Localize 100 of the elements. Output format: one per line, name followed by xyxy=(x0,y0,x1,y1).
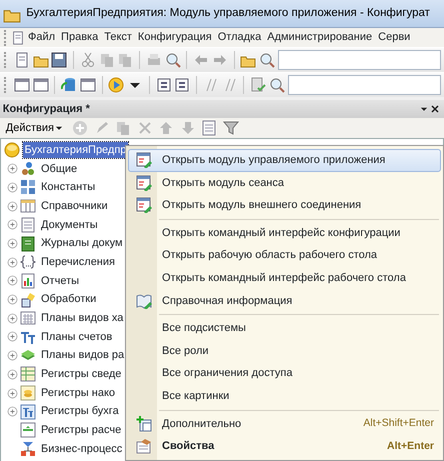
menu-item[interactable]: Текст xyxy=(101,29,135,46)
menu-item[interactable]: Все картинки xyxy=(128,384,441,408)
actions-button[interactable]: Действия xyxy=(2,120,67,136)
print-icon[interactable] xyxy=(146,52,162,68)
tree-item[interactable]: Регистры сведе xyxy=(39,366,124,383)
menu-item[interactable]: Справочная информация xyxy=(128,290,441,312)
document-icon[interactable] xyxy=(11,30,25,44)
tree-item[interactable]: БухгалтерияПредпр xyxy=(22,142,128,158)
expand-icon[interactable] xyxy=(6,256,18,268)
window-title: БухгалтерияПредприятия: Модуль управляемого приложения - Конфигурат xyxy=(26,6,430,21)
move-up-icon[interactable] xyxy=(158,120,174,136)
menu-item[interactable]: Администрирование xyxy=(264,29,376,46)
expand-icon[interactable] xyxy=(6,331,18,342)
menu-item[interactable]: Файл xyxy=(25,29,58,46)
menu-item[interactable]: Открыть рабочую область рабочего стола xyxy=(128,244,441,267)
window-icon[interactable] xyxy=(14,77,30,93)
module-icon xyxy=(136,152,152,168)
flow-icon xyxy=(20,441,36,458)
copy-icon[interactable] xyxy=(98,52,114,68)
move-down-icon[interactable] xyxy=(180,120,196,136)
database-icon[interactable] xyxy=(61,77,77,93)
expand-icon[interactable] xyxy=(6,350,18,362)
expand-icon[interactable] xyxy=(6,388,18,399)
properties-icon xyxy=(136,438,152,454)
expand-icon[interactable] xyxy=(6,238,18,250)
menu-item[interactable]: Все подсистемы xyxy=(128,317,441,340)
menu-item[interactable]: Все роли xyxy=(128,340,441,362)
module-icon xyxy=(136,197,152,214)
tree-item[interactable]: Константы xyxy=(39,179,98,196)
save-icon[interactable] xyxy=(51,52,68,68)
menu-item[interactable]: Серви xyxy=(375,29,414,46)
register-icon xyxy=(20,366,36,382)
grid-icon xyxy=(20,179,36,196)
expand-icon[interactable] xyxy=(6,200,18,212)
menu-item[interactable]: Правка xyxy=(58,29,102,46)
menu-item[interactable]: Открыть модуль управляемого приложения xyxy=(128,149,441,172)
configuration-icon xyxy=(4,142,20,158)
tree-item[interactable]: Планы видов ха xyxy=(39,310,126,327)
menu-item[interactable]: Свойства Alt+Enter xyxy=(128,435,441,458)
menu-item[interactable]: Дополнительно Alt+Shift+Enter xyxy=(128,412,441,436)
menu-item[interactable]: Открыть командный интерфейс рабочего стола xyxy=(128,266,441,290)
expand-icon[interactable] xyxy=(6,406,18,418)
expand-icon[interactable] xyxy=(6,219,18,230)
shortcut-text: Alt+Enter xyxy=(387,438,435,454)
tree-item[interactable]: Журналы докум xyxy=(39,235,125,252)
text-block-icon[interactable] xyxy=(174,77,190,93)
menu-item[interactable]: Все ограничения доступа xyxy=(128,362,441,385)
search-field[interactable] xyxy=(278,50,442,70)
expand-icon[interactable] xyxy=(6,182,18,193)
form-icon[interactable] xyxy=(80,77,96,93)
tree-item[interactable]: Отчеты xyxy=(39,272,82,290)
menu-item[interactable]: Открыть модуль внешнего соединения xyxy=(128,194,441,217)
close-icon[interactable] xyxy=(429,102,442,115)
panel-title: Конфигурация * xyxy=(2,102,91,116)
processing-icon xyxy=(20,292,36,308)
expand-icon[interactable] xyxy=(6,275,18,286)
search-icon[interactable] xyxy=(259,52,275,68)
tree-item[interactable]: Бизнес-процесс xyxy=(39,440,124,458)
register-icon xyxy=(20,422,36,438)
syntax-check-icon[interactable] xyxy=(250,77,266,93)
tree-item[interactable]: Перечисления xyxy=(39,254,117,270)
module-icon xyxy=(136,174,152,191)
table-icon xyxy=(20,310,36,326)
expand-icon[interactable] xyxy=(6,163,18,174)
tree-item[interactable]: Регистры нако xyxy=(39,384,117,402)
redo-icon[interactable] xyxy=(212,52,228,68)
menu-item[interactable]: Открыть командный интерфейс конфигурации xyxy=(128,222,441,244)
book-icon xyxy=(136,292,152,309)
preview-icon[interactable] xyxy=(164,52,180,68)
text-field[interactable] xyxy=(288,75,442,95)
table-icon xyxy=(20,198,36,214)
add-window-icon xyxy=(136,416,152,432)
tree-item[interactable]: Регистры бухга xyxy=(39,403,121,420)
tree-item[interactable]: Документы xyxy=(39,216,100,234)
delete-icon[interactable] xyxy=(136,120,153,136)
tree-item[interactable]: Планы видов ра xyxy=(39,347,126,364)
menu-item[interactable]: Отладка xyxy=(214,29,264,46)
journal-icon xyxy=(20,236,36,252)
menu-item[interactable]: Открыть модуль сеанса xyxy=(128,172,441,194)
shapes-icon xyxy=(20,160,36,177)
cut-icon[interactable] xyxy=(80,52,96,68)
tree-item[interactable]: Общие xyxy=(39,160,80,178)
expand-icon[interactable] xyxy=(6,368,18,380)
tree-item[interactable]: Планы счетов xyxy=(39,328,114,346)
text-block-icon[interactable] xyxy=(156,77,172,93)
coins-icon xyxy=(20,385,36,402)
tree-item[interactable]: Обработки xyxy=(39,291,98,308)
find-icon[interactable] xyxy=(268,77,285,93)
tree-item[interactable]: Справочники xyxy=(39,198,110,214)
expand-icon[interactable] xyxy=(6,294,18,306)
menu-item[interactable]: Конфигурация xyxy=(134,29,215,46)
copy-icon[interactable] xyxy=(115,120,132,136)
braces-icon xyxy=(20,254,36,270)
expand-icon[interactable] xyxy=(6,312,18,324)
shortcut-text: Alt+Shift+Enter xyxy=(363,416,435,431)
new-icon[interactable] xyxy=(14,52,30,68)
report-icon xyxy=(20,272,36,289)
window-close-icon[interactable] xyxy=(32,77,48,93)
play-icon[interactable] xyxy=(108,77,124,93)
tree-item[interactable]: Регистры расче xyxy=(39,422,124,439)
